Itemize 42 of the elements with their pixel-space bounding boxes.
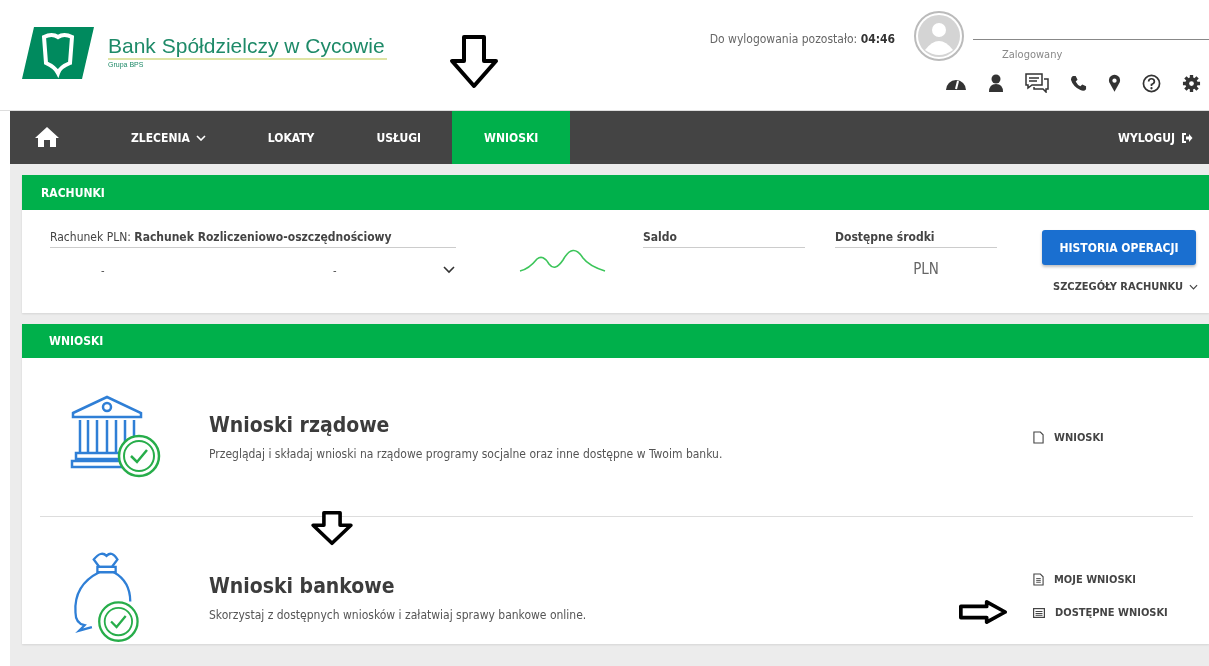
messages-icon[interactable]: [1025, 73, 1049, 93]
location-pin-icon[interactable]: [1108, 73, 1121, 93]
logout-link[interactable]: WYLOGUJ: [1118, 111, 1209, 164]
list-icon: [1033, 607, 1045, 618]
logout-icon: [1181, 131, 1193, 144]
bank-name: Bank Spółdzielczy w Cycowie: [108, 34, 387, 60]
annotation-arrow: [309, 510, 355, 546]
account-name[interactable]: Rachunek PLN: Rachunek Rozliczeniowo-oszczędnościowy: [50, 230, 456, 248]
application-link[interactable]: WNIOSKI: [1033, 430, 1193, 444]
login-status: Zalogowany: [1002, 48, 1064, 61]
bank-logo-icon: [22, 27, 94, 79]
section-description: Skorzystaj z dostępnych wniosków i załatwiaj sprawy bankowe online.: [209, 608, 587, 622]
user-icon[interactable]: [988, 74, 1004, 92]
chevron-icon[interactable]: [443, 266, 455, 274]
phone-icon[interactable]: [1070, 74, 1087, 92]
section-description: Przeglądaj i składaj wnioski na rządowe programy socjalne oraz inne dostępne w Twoim banku.: [209, 447, 723, 461]
section-heading: Wnioski bankowe: [209, 574, 395, 598]
section-title: RACHUNKI: [41, 185, 105, 200]
section-heading: Wnioski rządowe: [209, 413, 390, 437]
bank-building-icon: [70, 395, 162, 479]
application-link[interactable]: DOSTĘPNE WNIOSKI: [1033, 606, 1193, 619]
currency: PLN: [912, 260, 940, 278]
session-timer: Do wylogowania pozostało: 04:46: [709, 32, 895, 46]
annotation-arrow: [449, 34, 499, 90]
document-icon: [1033, 573, 1044, 586]
chevron-icon: [1189, 283, 1198, 290]
help-icon[interactable]: [1142, 73, 1161, 93]
page-icon: [1033, 430, 1044, 444]
history-button[interactable]: HISTORIA OPERACJI: [1042, 230, 1196, 265]
balance-label: Saldo: [643, 230, 805, 248]
account-details-link[interactable]: SZCZEGÓŁY RACHUNKU: [1053, 280, 1198, 293]
annotation-arrow: [957, 600, 1009, 624]
section-title: WNIOSKI: [49, 334, 104, 348]
settings-icon[interactable]: [1182, 73, 1201, 93]
account-number: -: [333, 264, 337, 277]
nav-tab[interactable]: ZLECENIA: [104, 111, 237, 164]
nav-tab[interactable]: USŁUGI: [345, 111, 453, 164]
nav-tab[interactable]: LOKATY: [236, 111, 346, 164]
home-icon[interactable]: [34, 126, 60, 148]
application-link[interactable]: MOJE WNIOSKI: [1033, 573, 1193, 586]
account-number: -: [101, 264, 105, 277]
available-funds-label: Dostępne środki: [835, 230, 997, 248]
